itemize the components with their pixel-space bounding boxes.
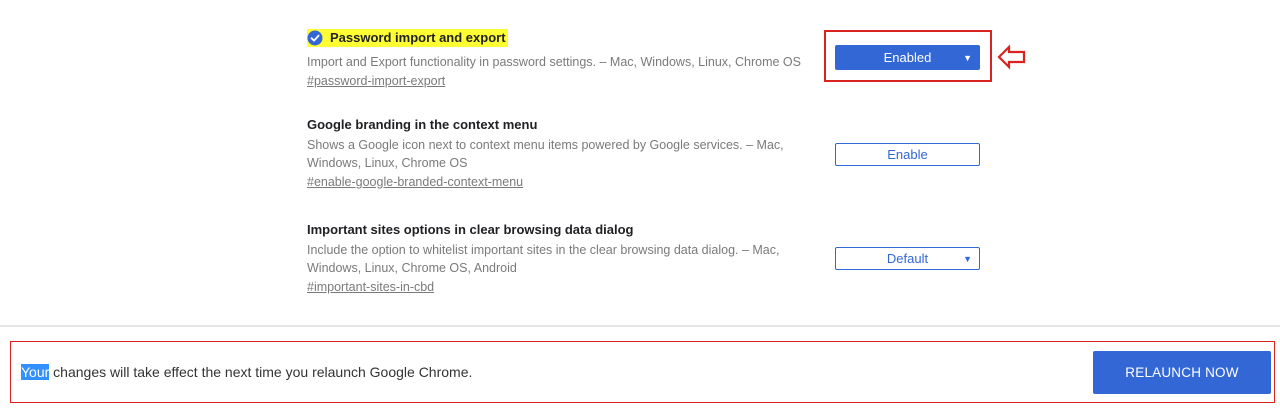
- flag-state-dropdown[interactable]: Default ▼: [835, 247, 980, 270]
- flag-description: Import and Export functionality in passw…: [307, 55, 801, 69]
- flag-description: Include the option to whitelist importan…: [307, 243, 780, 275]
- dropdown-arrow-icon: ▼: [963, 253, 972, 264]
- annotation-left-arrow-icon: [997, 44, 1027, 75]
- flag-title: Important sites options in clear browsin…: [307, 222, 634, 237]
- flag-password-import-export: Password import and export Import and Ex…: [307, 29, 807, 90]
- annotation-highlight-box: [824, 30, 992, 82]
- flag-google-branding-context-menu: Google branding in the context menu Show…: [307, 116, 807, 191]
- enable-button[interactable]: Enable: [835, 143, 980, 166]
- enable-button-label: Enable: [887, 147, 928, 162]
- relaunch-now-button[interactable]: RELAUNCH NOW: [1093, 351, 1271, 394]
- relaunch-message: Your changes will take effect the next t…: [21, 363, 472, 381]
- chrome-flags-page: Password import and export Import and Ex…: [0, 0, 1280, 409]
- flag-link[interactable]: #password-import-export: [307, 72, 445, 90]
- relaunch-message-text: changes will take effect the next time y…: [49, 364, 473, 380]
- flag-link[interactable]: #important-sites-in-cbd: [307, 278, 434, 296]
- check-circle-icon: [307, 30, 323, 46]
- flag-important-sites-cbd: Important sites options in clear browsin…: [307, 221, 807, 296]
- flag-description: Shows a Google icon next to context menu…: [307, 138, 784, 170]
- flag-title-highlight: Password import and export: [307, 29, 508, 47]
- divider: [0, 325, 1280, 327]
- flag-title: Google branding in the context menu: [307, 117, 538, 132]
- flag-title: Password import and export: [330, 30, 506, 45]
- dropdown-value: Default: [886, 251, 929, 266]
- selected-text: Your: [21, 364, 50, 380]
- flag-link[interactable]: #enable-google-branded-context-menu: [307, 173, 523, 191]
